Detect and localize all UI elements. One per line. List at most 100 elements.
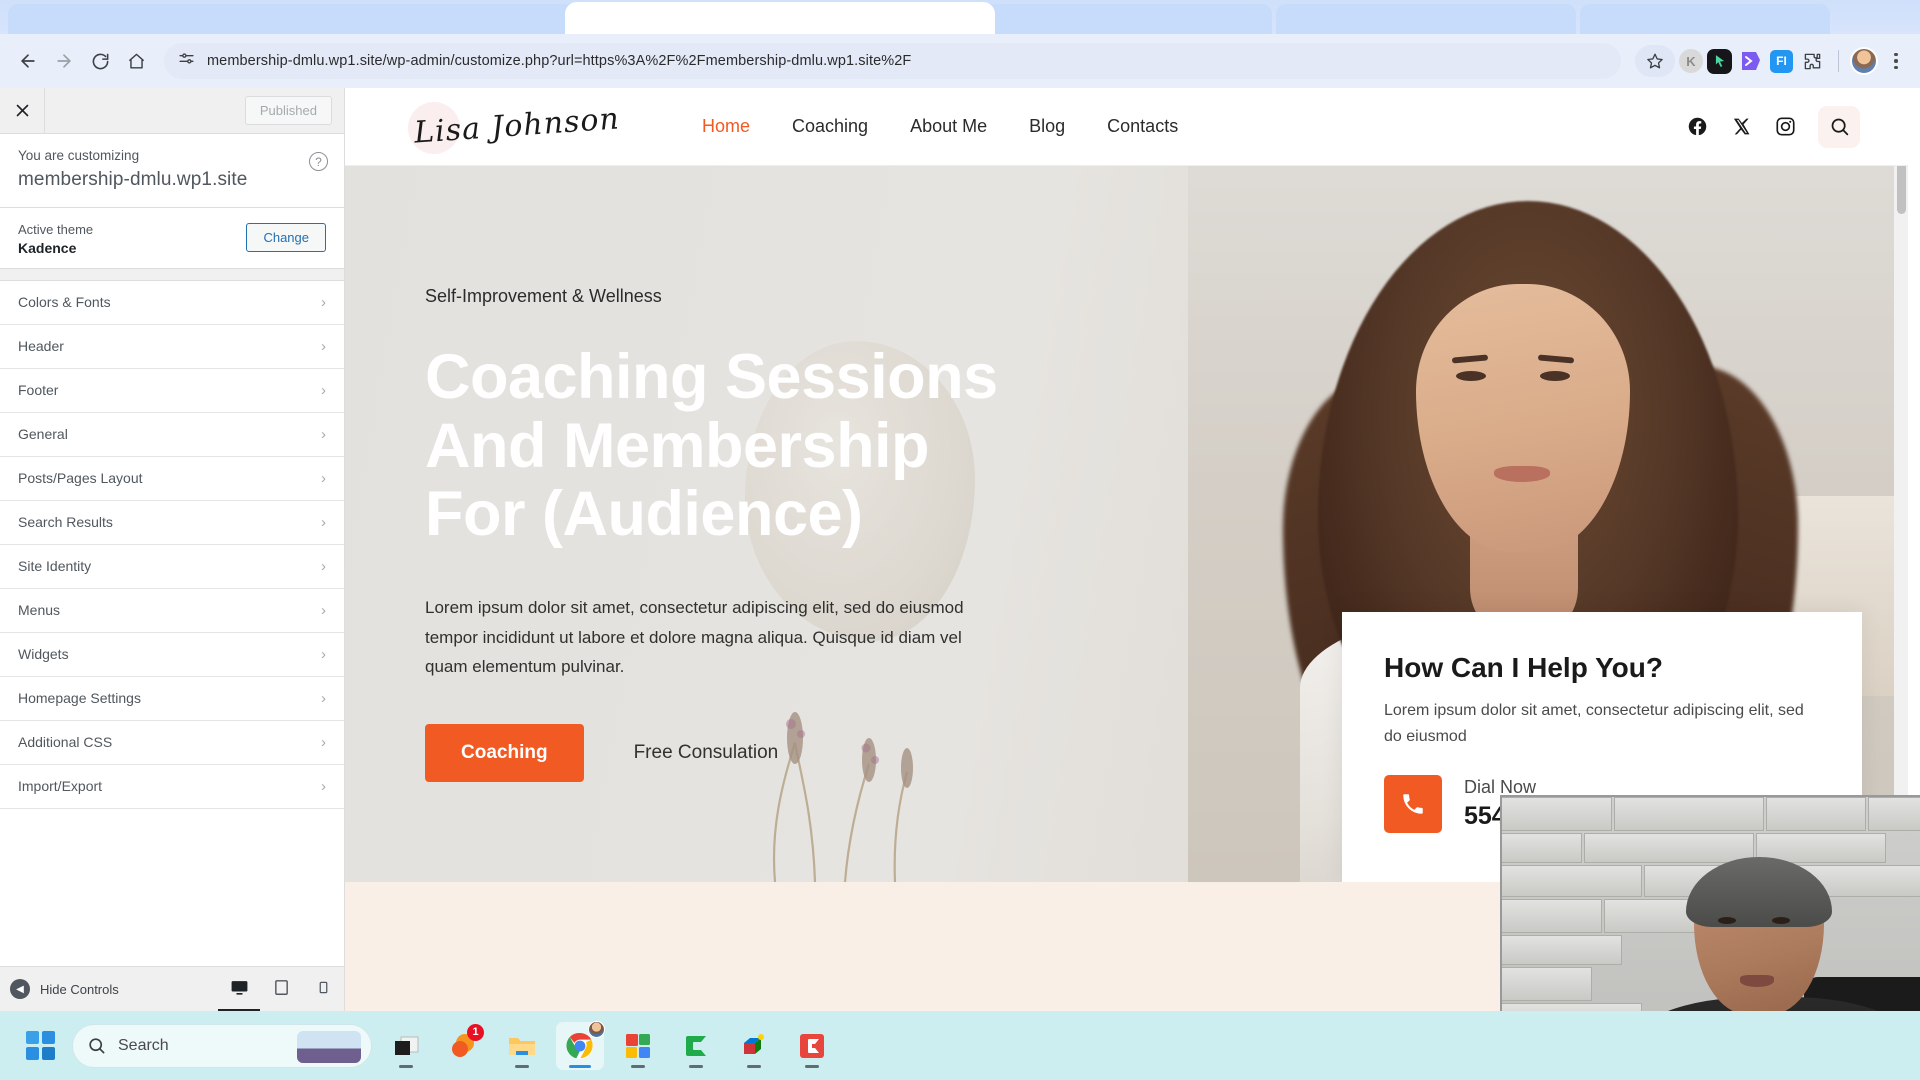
webcam-hair: [1686, 857, 1832, 927]
sidebar-item-additional-css[interactable]: Additional CSS ›: [0, 720, 344, 765]
sidebar-item-widgets[interactable]: Widgets ›: [0, 632, 344, 677]
taskbar-app-file-explorer[interactable]: [498, 1022, 546, 1070]
brick: [1502, 833, 1582, 863]
sidebar-item-label: Posts/Pages Layout: [18, 470, 143, 486]
brick: [1502, 797, 1612, 831]
sidebar-item-label: Footer: [18, 382, 59, 398]
taskbar-running-dot: [631, 1064, 645, 1068]
brick: [1502, 899, 1602, 933]
hero-title: Coaching Sessions And Membership For (Au…: [425, 343, 1045, 549]
sidebar-item-posts-pages-layout[interactable]: Posts/Pages Layout ›: [0, 456, 344, 501]
change-theme-button[interactable]: Change: [246, 223, 326, 253]
customizer-footer: ◀ Hide Controls: [0, 966, 344, 1012]
site-logo[interactable]: Lisa Johnson: [400, 98, 640, 156]
cursor-extension-icon[interactable]: [1707, 48, 1732, 74]
device-mobile-icon[interactable]: [302, 967, 344, 1012]
taskbar-app-camtasia-green[interactable]: [672, 1022, 720, 1070]
instagram-icon[interactable]: [1774, 116, 1796, 138]
free-consultation-button[interactable]: Free Consulation: [624, 724, 789, 782]
sidebar-item-general[interactable]: General ›: [0, 412, 344, 457]
chevron-right-icon: ›: [321, 293, 326, 311]
file-explorer-icon: [509, 1037, 535, 1055]
chevron-right-icon: ›: [321, 513, 326, 531]
customizing-label: You are customizing: [18, 148, 140, 163]
browser-tab[interactable]: [1580, 4, 1830, 34]
taskbar-app-3d-builder[interactable]: [730, 1022, 778, 1070]
nav-item-contacts[interactable]: Contacts: [1107, 116, 1178, 137]
close-icon[interactable]: [0, 88, 45, 133]
webcam-eye-left: [1718, 917, 1736, 924]
taskbar-app-task-view[interactable]: [382, 1022, 430, 1070]
header-actions: [1686, 105, 1860, 148]
wp-customizer-sidebar: Published You are customizing membership…: [0, 88, 345, 1012]
back-arrow-icon[interactable]: [10, 43, 46, 79]
hero-section: Self-Improvement & Wellness Coaching Ses…: [345, 166, 1908, 882]
tab-strip: [0, 0, 1920, 34]
star-icon[interactable]: [1635, 45, 1675, 77]
nav-item-coaching[interactable]: Coaching: [792, 116, 868, 137]
facebook-icon[interactable]: [1686, 116, 1708, 138]
nav-item-home[interactable]: Home: [702, 116, 750, 137]
sidebar-item-label: General: [18, 426, 68, 442]
sidebar-item-menus[interactable]: Menus ›: [0, 588, 344, 633]
browser-tab[interactable]: [1276, 4, 1576, 34]
browser-chrome: membership-dmlu.wp1.site/wp-admin/custom…: [0, 0, 1920, 88]
taskbar-running-dot: [515, 1064, 529, 1068]
browser-tab-active[interactable]: [565, 2, 995, 34]
taskbar-app-camtasia-red[interactable]: [788, 1022, 836, 1070]
taskbar-app-orange[interactable]: 1: [440, 1022, 488, 1070]
nav-item-about-me[interactable]: About Me: [910, 116, 987, 137]
home-icon[interactable]: [118, 43, 154, 79]
sidebar-item-label: Homepage Settings: [18, 690, 141, 706]
device-tablet-icon[interactable]: [260, 967, 302, 1012]
coaching-button[interactable]: Coaching: [425, 723, 584, 782]
brick: [1502, 967, 1592, 1001]
sidebar-item-site-identity[interactable]: Site Identity ›: [0, 544, 344, 589]
sidebar-item-import-export[interactable]: Import/Export ›: [0, 764, 344, 809]
chevron-left-icon: ◀: [10, 979, 30, 999]
reload-icon[interactable]: [82, 43, 118, 79]
puzzle-extension-icon[interactable]: [1797, 46, 1827, 76]
webcam-mouth: [1740, 975, 1774, 987]
photo-lips: [1494, 466, 1550, 482]
sidebar-item-homepage-settings[interactable]: Homepage Settings ›: [0, 676, 344, 721]
send-extension-icon[interactable]: [1736, 46, 1766, 76]
sidebar-item-label: Colors & Fonts: [18, 294, 111, 310]
search-icon[interactable]: [1818, 105, 1860, 148]
taskbar-app-chrome[interactable]: [556, 1020, 605, 1070]
publish-button[interactable]: Published: [244, 96, 332, 125]
site-settings-icon[interactable]: [178, 50, 195, 72]
help-icon[interactable]: ?: [309, 152, 328, 171]
sidebar-item-footer[interactable]: Footer ›: [0, 368, 344, 413]
customizer-divider: [0, 268, 344, 281]
taskbar-badge-count: 1: [467, 1023, 484, 1041]
extension-k-icon[interactable]: K: [1679, 49, 1703, 73]
taskbar-running-dot: [689, 1064, 703, 1068]
sidebar-item-search-results[interactable]: Search Results ›: [0, 500, 344, 545]
hide-controls-button[interactable]: ◀ Hide Controls: [10, 979, 119, 999]
nav-item-blog[interactable]: Blog: [1029, 116, 1065, 137]
forward-arrow-icon[interactable]: [46, 43, 82, 79]
active-theme-row: Active theme Kadence Change: [0, 208, 344, 269]
camtasia-green-icon: [686, 1035, 706, 1056]
three-dot-menu-icon[interactable]: [1882, 52, 1910, 70]
browser-extensions: K FI: [1635, 45, 1920, 77]
hero-content: Self-Improvement & Wellness Coaching Ses…: [425, 286, 1045, 782]
chevron-right-icon: ›: [321, 777, 326, 795]
sidebar-item-colors-fonts[interactable]: Colors & Fonts ›: [0, 280, 344, 325]
fi-extension-icon[interactable]: FI: [1770, 49, 1793, 73]
toolbar-divider: [1838, 50, 1839, 72]
hero-cta-group: Coaching Free Consulation: [425, 723, 1045, 782]
start-button[interactable]: [18, 1024, 62, 1068]
address-bar[interactable]: membership-dmlu.wp1.site/wp-admin/custom…: [164, 43, 1621, 79]
photo-eye-right: [1540, 371, 1570, 381]
search-input[interactable]: Search: [72, 1023, 372, 1068]
hero-description: Lorem ipsum dolor sit amet, consectetur …: [425, 597, 964, 677]
sidebar-item-header[interactable]: Header ›: [0, 324, 344, 369]
x-twitter-icon[interactable]: [1730, 116, 1752, 138]
profile-avatar[interactable]: [1850, 47, 1878, 75]
taskbar-app-office[interactable]: [614, 1022, 662, 1070]
sidebar-item-label: Widgets: [18, 646, 69, 662]
hero-eyebrow: Self-Improvement & Wellness: [425, 286, 662, 306]
device-desktop-icon[interactable]: [218, 967, 260, 1012]
